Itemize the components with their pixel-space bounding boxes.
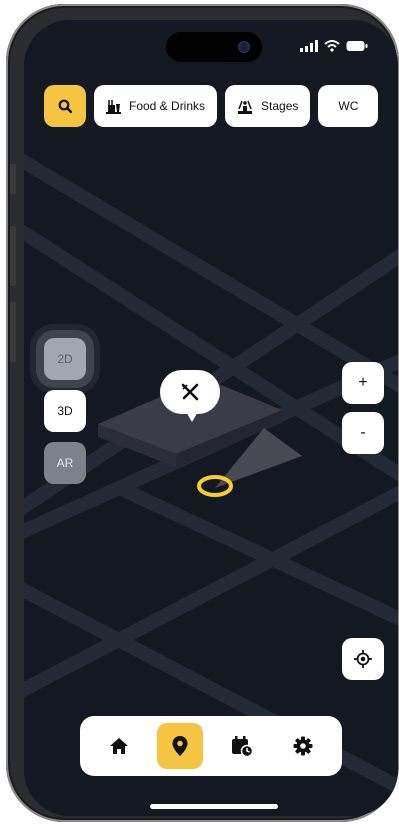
my-location-button[interactable] — [342, 638, 384, 680]
chip-label: WC — [338, 99, 359, 113]
view-3d-label: 3D — [57, 404, 73, 418]
home-icon — [109, 738, 128, 754]
nav-settings[interactable] — [280, 723, 326, 769]
phone-screen: Food & Drinks Stages WC 2D 3D AR + - — [24, 20, 398, 816]
zoom-in-button[interactable]: + — [342, 362, 384, 404]
view-mode-switcher: 2D 3D AR — [44, 338, 86, 484]
chip-label: Stages — [261, 99, 299, 113]
status-bar — [300, 40, 368, 52]
venue-marker[interactable] — [160, 370, 220, 414]
view-3d-button[interactable]: 3D — [44, 390, 86, 432]
nav-map[interactable] — [157, 723, 204, 769]
zoom-out-button[interactable]: - — [342, 412, 384, 454]
mute-switch — [10, 164, 16, 194]
food-drinks-icon — [106, 99, 121, 114]
view-2d-label: 2D — [57, 352, 73, 366]
settings-icon — [293, 736, 313, 756]
view-ar-label: AR — [56, 456, 74, 470]
stage-icon — [238, 100, 253, 114]
filter-bar: Food & Drinks Stages WC — [44, 85, 379, 127]
chip-label: Food & Drinks — [129, 99, 206, 113]
volume-up-button — [10, 226, 16, 286]
signal-icon — [300, 40, 318, 52]
zoom-controls: + - — [342, 362, 384, 454]
volume-down-button — [10, 302, 16, 362]
bottom-navigation — [80, 716, 342, 776]
wc-chip[interactable]: WC — [318, 85, 379, 127]
phone-frame: Food & Drinks Stages WC 2D 3D AR + - — [6, 4, 399, 822]
search-button[interactable] — [44, 85, 86, 127]
zoom-in-label: + — [358, 374, 368, 391]
nav-home[interactable] — [96, 723, 142, 769]
map-pin-icon — [172, 736, 188, 756]
view-ar-button[interactable]: AR — [44, 442, 86, 484]
food-drinks-chip[interactable]: Food & Drinks — [94, 85, 218, 127]
zoom-out-label: - — [360, 424, 366, 441]
search-icon — [58, 99, 72, 113]
camera-icon — [238, 41, 250, 53]
calendar-clock-icon — [231, 736, 253, 757]
nav-schedule[interactable] — [219, 723, 265, 769]
crosshair-icon — [354, 650, 372, 668]
wifi-icon — [324, 40, 340, 52]
view-2d-button[interactable]: 2D — [44, 338, 86, 380]
home-indicator[interactable] — [150, 804, 278, 809]
venue-marker-pointer — [185, 410, 199, 422]
battery-icon — [346, 41, 368, 51]
dynamic-island — [166, 32, 262, 62]
cutlery-icon — [181, 383, 199, 401]
stages-chip[interactable]: Stages — [225, 85, 311, 127]
